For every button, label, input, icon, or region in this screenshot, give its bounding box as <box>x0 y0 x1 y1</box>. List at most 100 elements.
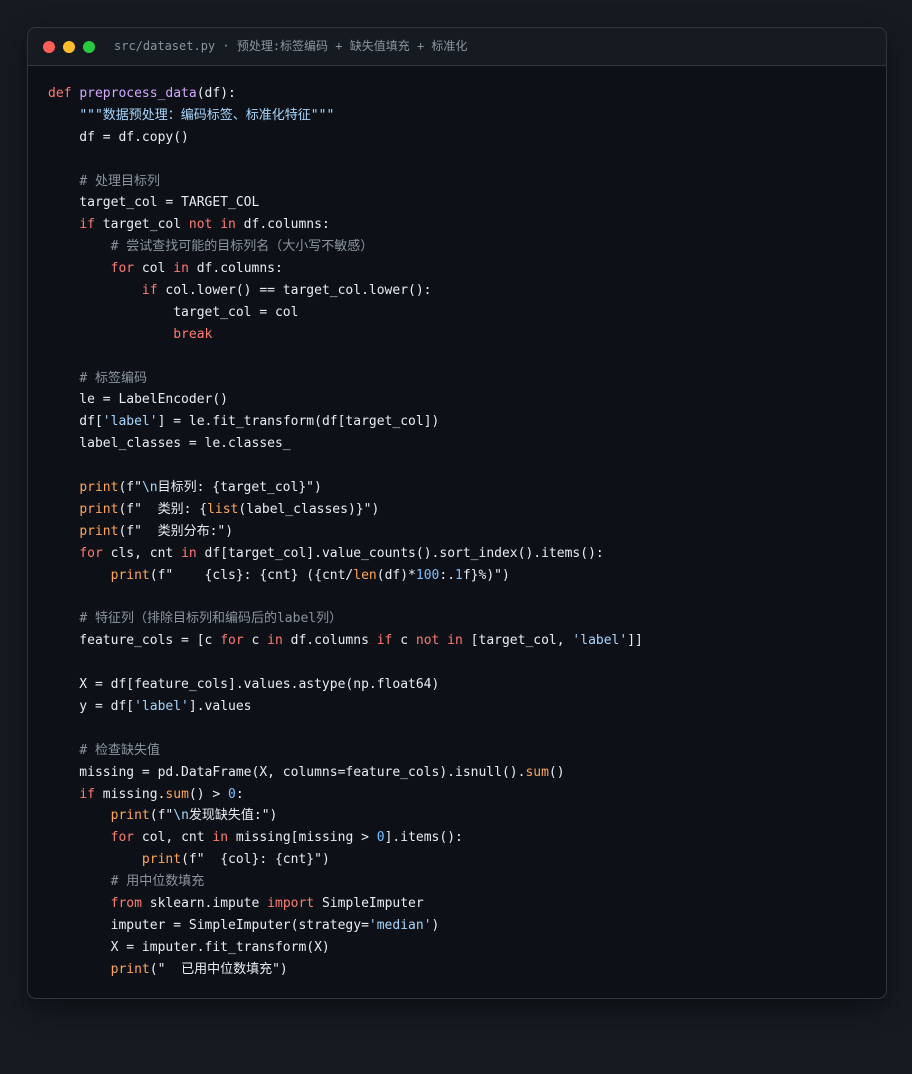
code-token: # 检查缺失值 <box>79 742 160 758</box>
code-line: ​ <box>48 586 876 608</box>
code-line: if target_col not in df.columns: <box>48 214 876 236</box>
maximize-window-dot[interactable] <box>83 41 95 53</box>
code-token: sum <box>525 764 549 780</box>
code-token: col.lower() == target_col.lower(): <box>157 283 432 299</box>
code-token: ] = le.fit_transform(df[target_col]) <box>157 414 440 430</box>
code-token: feature_cols = [c <box>48 633 221 649</box>
code-token: 'label' <box>134 698 189 714</box>
code-token: col, cnt <box>134 830 213 846</box>
code-token: # 用中位数填充 <box>110 874 205 890</box>
code-token: 100 <box>415 567 440 583</box>
code-token: (f" 类别分布:") <box>118 523 234 539</box>
code-token: break <box>173 326 213 342</box>
code-line: # 标签编码 <box>48 368 876 390</box>
code-line: print(f" 类别分布:") <box>48 521 876 543</box>
code-line: df = df.copy() <box>48 127 876 149</box>
code-token: # 特征列（排除目标列和编码后的label列） <box>79 611 343 627</box>
code-token: print <box>110 961 150 977</box>
code-token: import <box>267 895 315 911</box>
code-token: (" 已用中位数填充") <box>149 961 288 977</box>
code-token: in <box>212 830 229 846</box>
code-token: preprocess_data <box>79 86 197 101</box>
code-line: """数据预处理：编码标签、标准化特征""" <box>48 105 876 127</box>
code-token: sum <box>165 786 189 802</box>
code-line: target_col = TARGET_COL <box>48 192 876 214</box>
code-line: print(" 已用中位数填充") <box>48 959 876 981</box>
code-token: missing = pd.DataFrame(X, columns=featur… <box>48 764 526 780</box>
code-line: # 处理目标列 <box>48 171 876 193</box>
code-line: df['label'] = le.fit_transform(df[target… <box>48 411 876 433</box>
code-token: le = LabelEncoder() <box>48 392 229 408</box>
code-line: print(f"\n发现缺失值:") <box>48 805 876 827</box>
minimize-window-dot[interactable] <box>63 41 75 53</box>
code-line: ​ <box>48 149 876 171</box>
code-token: missing. <box>94 786 166 802</box>
code-token: SimpleImputer <box>314 895 424 911</box>
code-token: df.columns <box>282 633 377 649</box>
code-token: (f" 类别: { <box>118 501 208 517</box>
code-line: break <box>48 324 876 346</box>
code-token: def <box>48 86 72 101</box>
code-token: for <box>220 633 244 649</box>
code-line: ​ <box>48 455 876 477</box>
code-token: print <box>110 567 150 583</box>
code-token: (f" {cls}: {cnt} ({cnt/ <box>149 567 354 583</box>
code-token: target_col = TARGET_COL <box>48 195 260 211</box>
code-line: ​ <box>48 718 876 740</box>
code-token: print <box>79 501 119 517</box>
code-token: X = df[feature_cols].values.astype(np.fl… <box>48 677 440 693</box>
code-token: (df): <box>196 86 236 101</box>
code-line: from sklearn.impute import SimpleImputer <box>48 893 876 915</box>
code-token: df[ <box>48 414 103 430</box>
code-token: df = df.copy() <box>48 129 189 145</box>
code-editor[interactable]: def preprocess_data(df): """数据预处理：编码标签、标… <box>48 83 876 981</box>
code-line: ​ <box>48 652 876 674</box>
code-token: ].values <box>188 698 252 714</box>
code-token: () <box>548 764 565 780</box>
code-token: col <box>134 261 174 277</box>
code-line: # 用中位数填充 <box>48 871 876 893</box>
close-window-dot[interactable] <box>43 41 55 53</box>
code-token: ) <box>431 917 440 933</box>
code-token: (f" {col}: {cnt}") <box>181 852 330 868</box>
code-line: def preprocess_data(df): <box>48 83 876 105</box>
code-token: for <box>110 261 135 277</box>
code-token: (f" <box>149 808 174 824</box>
code-line: print(f" {cls}: {cnt} ({cnt/len(df)*100:… <box>48 565 876 587</box>
code-token: not in <box>188 217 236 233</box>
code-token: list <box>207 501 239 517</box>
code-token: 1 <box>455 567 463 583</box>
code-token: for <box>79 545 103 561</box>
code-token: 目标列: {target_col}") <box>157 480 322 496</box>
code-token: label_classes = le.classes_ <box>48 436 291 452</box>
code-line: # 尝试查找可能的目标列名（大小写不敏感） <box>48 236 876 258</box>
code-line: for col, cnt in missing[missing > 0].ite… <box>48 827 876 849</box>
code-line: # 检查缺失值 <box>48 740 876 762</box>
code-token: # 标签编码 <box>79 370 147 386</box>
code-token: if <box>376 633 393 649</box>
code-line: y = df['label'].values <box>48 696 876 718</box>
code-token: \n <box>173 808 189 824</box>
code-token: f}%)") <box>462 567 510 583</box>
code-token: print <box>79 523 119 539</box>
code-token: for <box>110 830 135 846</box>
code-token: target_col <box>94 217 189 233</box>
code-token: 0 <box>228 786 236 802</box>
window-title: src/dataset.py · 预处理:标签编码 + 缺失值填充 + 标准化 <box>114 39 468 53</box>
code-token: if <box>79 786 95 802</box>
code-token: missing[missing > <box>228 830 377 846</box>
code-token: """数据预处理：编码标签、标准化特征""" <box>79 107 335 123</box>
